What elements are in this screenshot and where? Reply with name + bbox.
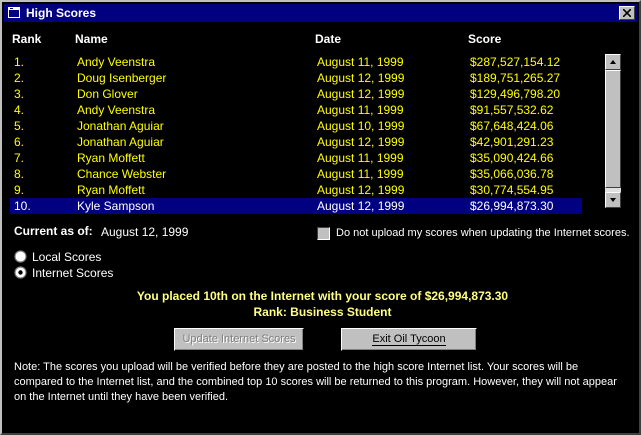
cell-rank: 2. bbox=[14, 71, 25, 85]
cell-score: $35,066,036.78 bbox=[470, 167, 554, 181]
table-row[interactable]: 3. Don Glover August 12, 1999 $129,496,798.… bbox=[10, 86, 582, 102]
window-title: High Scores bbox=[26, 6, 97, 20]
cell-score: $287,527,154.12 bbox=[470, 55, 561, 69]
placement-message: You placed 10th on the Internet with you… bbox=[136, 289, 509, 303]
cell-date: August 12, 1999 bbox=[317, 71, 405, 85]
cell-score: $35,090,424.66 bbox=[470, 151, 554, 165]
cell-date: August 12, 1999 bbox=[317, 135, 405, 149]
score-list-scrollbar[interactable] bbox=[605, 54, 621, 208]
cell-rank: 1. bbox=[14, 55, 25, 69]
close-icon bbox=[623, 9, 631, 17]
cell-name: Don Glover bbox=[77, 87, 138, 101]
cell-date: August 10, 1999 bbox=[317, 119, 405, 133]
cell-rank: 4. bbox=[14, 103, 25, 117]
cell-name: Chance Webster bbox=[77, 167, 167, 181]
column-header-score: Score bbox=[468, 32, 502, 46]
cell-date: August 11, 1999 bbox=[317, 151, 404, 165]
table-row[interactable]: 8. Chance Webster August 11, 1999 $35,066,0… bbox=[10, 166, 582, 182]
cell-rank: 5. bbox=[14, 119, 25, 133]
close-button[interactable] bbox=[619, 6, 635, 20]
cell-rank: 9. bbox=[14, 183, 25, 197]
scroll-thumb[interactable] bbox=[605, 70, 621, 188]
cell-name: Andy Veenstra bbox=[77, 55, 156, 69]
cell-name: Jonathan Aguiar bbox=[77, 135, 164, 149]
cell-score: $189,751,265.27 bbox=[470, 71, 561, 85]
table-row[interactable]: 2. Doug Isenberger August 12, 1999 $189,751… bbox=[10, 70, 582, 86]
cell-date: August 11, 1999 bbox=[317, 167, 404, 181]
local-scores-radio[interactable] bbox=[14, 250, 27, 263]
verification-note: Note: The scores you upload will be veri… bbox=[14, 361, 617, 403]
table-row[interactable]: 5. Jonathan Aguiar August 10, 1999 $67,648,… bbox=[10, 118, 582, 134]
cell-name: Kyle Sampson bbox=[77, 199, 155, 213]
cell-score: $26,994,873.30 bbox=[470, 199, 554, 213]
cell-name: Ryan Moffett bbox=[77, 183, 145, 197]
exit-oil-tycoon-button[interactable]: Exit Oil Tycoon bbox=[341, 328, 477, 351]
internet-scores-radio[interactable] bbox=[14, 266, 27, 279]
no-upload-checkbox-label[interactable]: Do not upload my scores when updating th… bbox=[336, 227, 630, 239]
cell-name: Ryan Moffett bbox=[77, 151, 145, 165]
cell-rank: 8. bbox=[14, 167, 25, 181]
scroll-up-button[interactable] bbox=[605, 54, 621, 70]
table-row[interactable]: 10. Kyle Sampson August 12, 1999 $26,994,87… bbox=[10, 198, 582, 214]
cell-rank: 6. bbox=[14, 135, 25, 149]
cell-rank: 3. bbox=[14, 87, 25, 101]
cell-name: Jonathan Aguiar bbox=[77, 119, 164, 133]
cell-date: August 11, 1999 bbox=[317, 103, 404, 117]
internet-scores-label[interactable]: Internet Scores bbox=[32, 266, 113, 280]
arrow-up-icon bbox=[610, 60, 616, 64]
scroll-down-button[interactable] bbox=[605, 192, 621, 208]
cell-name: Doug Isenberger bbox=[77, 71, 167, 85]
cell-name: Andy Veenstra bbox=[77, 103, 156, 117]
column-header-name: Name bbox=[75, 32, 108, 46]
rank-title-message: Rank: Business Student bbox=[253, 305, 392, 319]
table-row[interactable]: 4. Andy Veenstra August 11, 1999 $91,557,53… bbox=[10, 102, 582, 118]
no-upload-checkbox[interactable] bbox=[317, 227, 330, 240]
cell-score: $91,557,532.62 bbox=[470, 103, 554, 117]
current-as-of-label: Current as of: bbox=[14, 224, 93, 238]
current-as-of-date: August 12, 1999 bbox=[101, 225, 189, 239]
table-row[interactable]: 1. Andy Veenstra August 11, 1999 $287,527,1… bbox=[10, 54, 582, 70]
table-row[interactable]: 9. Ryan Moffett August 12, 1999 $30,774,554… bbox=[10, 182, 582, 198]
column-header-date: Date bbox=[315, 32, 342, 46]
cell-date: August 12, 1999 bbox=[317, 183, 405, 197]
local-scores-label[interactable]: Local Scores bbox=[32, 250, 101, 264]
cell-date: August 11, 1999 bbox=[317, 55, 404, 69]
table-row[interactable]: 7. Ryan Moffett August 11, 1999 $35,090,424… bbox=[10, 150, 582, 166]
cell-score: $67,648,424.06 bbox=[470, 119, 554, 133]
arrow-down-icon bbox=[610, 198, 616, 202]
update-internet-scores-button[interactable]: Update Internet Scores bbox=[174, 328, 304, 351]
cell-rank: 10. bbox=[14, 199, 31, 213]
cell-rank: 7. bbox=[14, 151, 25, 165]
table-row[interactable]: 6. Jonathan Aguiar August 12, 1999 $42,901,… bbox=[10, 134, 582, 150]
cell-date: August 12, 1999 bbox=[317, 87, 405, 101]
title-bar[interactable]: High Scores bbox=[4, 4, 637, 22]
app-icon bbox=[8, 7, 20, 18]
cell-score: $129,496,798.20 bbox=[470, 87, 561, 101]
cell-date: August 12, 1999 bbox=[317, 199, 405, 213]
column-header-rank: Rank bbox=[12, 32, 42, 46]
cell-score: $42,901,291.23 bbox=[470, 135, 554, 149]
exit-button-label: Exit Oil Tycoon bbox=[372, 333, 446, 346]
cell-score: $30,774,554.95 bbox=[470, 183, 554, 197]
high-scores-window: High Scores Rank Name Date Score 1. Andy … bbox=[0, 0, 641, 435]
